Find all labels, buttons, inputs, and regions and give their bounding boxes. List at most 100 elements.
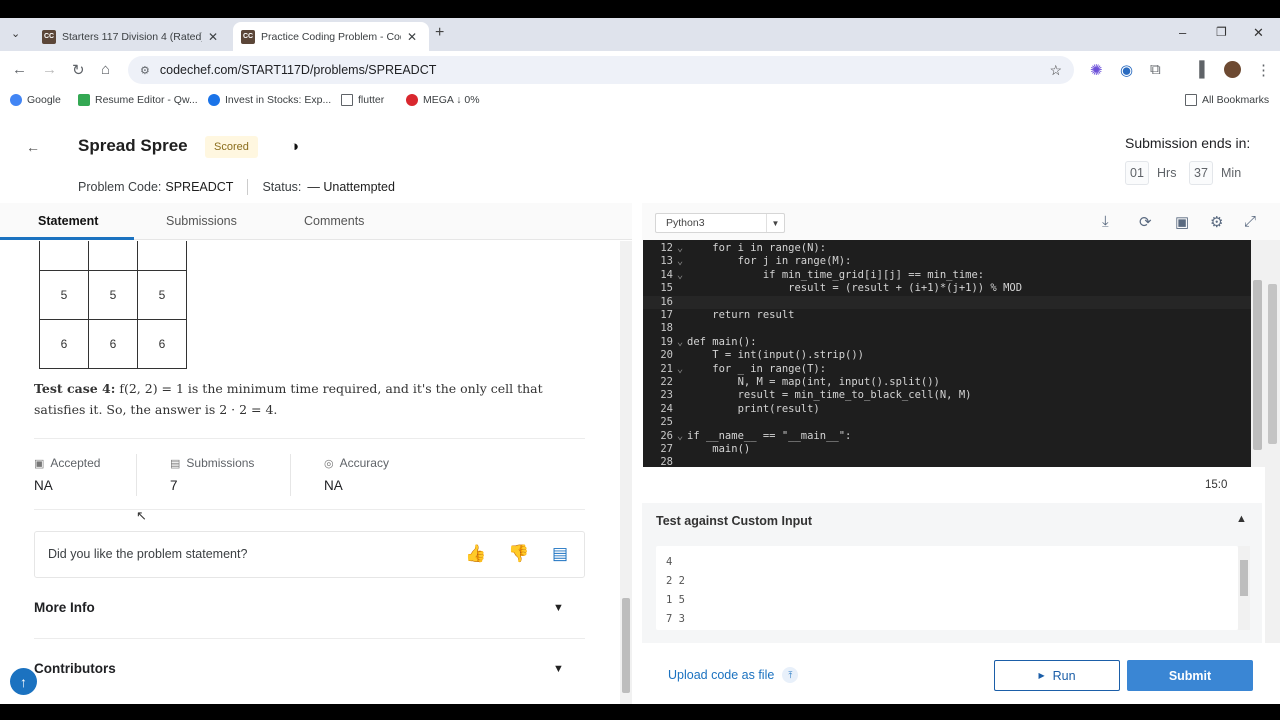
- bookmark-label: Invest in Stocks: Exp...: [225, 94, 332, 106]
- save-icon[interactable]: ▣: [1175, 213, 1189, 231]
- code-text: if min_time_grid[i][j] == min_time:: [687, 268, 985, 281]
- code-line[interactable]: 12 ⌄ for i in range(N):: [643, 242, 1251, 255]
- tab-statement[interactable]: Statement: [38, 214, 98, 228]
- thumbs-up-icon[interactable]: 👍: [465, 544, 486, 564]
- chevron-down-icon[interactable]: ▼: [553, 663, 564, 675]
- run-button[interactable]: ▶ Run: [994, 660, 1120, 691]
- statement-scrollbar[interactable]: [620, 241, 632, 704]
- theme-toggle-icon[interactable]: ◑: [290, 138, 299, 155]
- custom-input-scrollbar[interactable]: [1238, 546, 1250, 630]
- extensions-puzzle-icon[interactable]: ⧉: [1150, 61, 1161, 78]
- code-line[interactable]: 20 T = int(input().strip()): [643, 349, 1251, 362]
- code-line[interactable]: 15 result = (result + (i+1)*(j+1)) % MOD: [643, 282, 1251, 295]
- code-line[interactable]: 24 print(result): [643, 403, 1251, 416]
- chevron-down-icon[interactable]: ▼: [553, 602, 564, 614]
- scrollbar-thumb[interactable]: [1268, 284, 1277, 444]
- tab-comments[interactable]: Comments: [304, 214, 364, 228]
- code-line[interactable]: 28: [643, 456, 1251, 467]
- code-line[interactable]: 21 ⌄ for _ in range(T):: [643, 363, 1251, 376]
- window-close-icon[interactable]: ✕: [1253, 25, 1264, 41]
- download-icon[interactable]: ⤓: [1102, 213, 1109, 230]
- code-line[interactable]: 22 N, M = map(int, input().split()): [643, 376, 1251, 389]
- tab-submissions[interactable]: Submissions: [166, 214, 237, 228]
- problem-title: Spread Spree: [78, 136, 188, 155]
- close-icon[interactable]: ✕: [407, 30, 417, 44]
- fullscreen-icon[interactable]: ⤢: [1244, 213, 1256, 230]
- reload-icon[interactable]: ↻: [72, 61, 85, 79]
- editor-scrollbar[interactable]: [1251, 240, 1265, 467]
- tab-search-icon[interactable]: ⌄: [11, 27, 20, 40]
- thumbs-down-icon[interactable]: 👎: [508, 544, 529, 564]
- home-icon[interactable]: ⌂: [101, 61, 110, 78]
- code-line[interactable]: 26 ⌄ if __name__ == "__main__":: [643, 430, 1251, 443]
- bookmark-flutter[interactable]: flutter: [341, 94, 384, 106]
- close-icon[interactable]: ✕: [208, 30, 218, 44]
- bookmark-resume[interactable]: Resume Editor - Qw...: [78, 94, 198, 106]
- scrollbar-thumb[interactable]: [1240, 560, 1248, 596]
- pane-divider[interactable]: [632, 203, 642, 704]
- more-info-title[interactable]: More Info: [34, 600, 95, 615]
- back-arrow-icon[interactable]: ←: [26, 139, 40, 155]
- browser-tab-starters[interactable]: CC Starters 117 Division 4 (Rated) ✕: [34, 22, 230, 51]
- forward-icon[interactable]: →: [42, 61, 57, 78]
- custom-input-textarea[interactable]: 4 2 2 1 5 7 3: [656, 546, 1238, 630]
- bookmark-mega[interactable]: MEGA ↓ 0%: [406, 94, 480, 106]
- address-bar[interactable]: ⚙ codechef.com/START117D/problems/SPREAD…: [128, 56, 1074, 84]
- scrollbar-thumb[interactable]: [622, 598, 630, 693]
- menu-kebab-icon[interactable]: ⋮: [1256, 61, 1271, 79]
- fold-chevron-icon[interactable]: ⌄: [673, 430, 687, 443]
- code-text: for _ in range(T):: [687, 362, 827, 375]
- all-bookmarks[interactable]: All Bookmarks: [1185, 94, 1269, 106]
- bookmark-google[interactable]: Google: [10, 94, 61, 106]
- code-line[interactable]: 18: [643, 322, 1251, 335]
- contributors-title[interactable]: Contributors: [34, 661, 116, 676]
- code-line[interactable]: 16: [643, 295, 1251, 309]
- custom-input-title[interactable]: Test against Custom Input: [656, 514, 812, 528]
- code-line[interactable]: 14 ⌄ if min_time_grid[i][j] == min_time:: [643, 269, 1251, 282]
- restore-icon[interactable]: ❐: [1216, 25, 1227, 39]
- back-icon[interactable]: ←: [12, 61, 27, 78]
- code-line[interactable]: 13 ⌄ for j in range(M):: [643, 255, 1251, 268]
- fold-chevron-icon[interactable]: ⌄: [673, 336, 687, 349]
- fold-chevron-icon[interactable]: ⌄: [673, 269, 687, 282]
- stat-label: Accuracy: [339, 456, 389, 470]
- submit-button[interactable]: Submit: [1127, 660, 1253, 691]
- new-tab-button[interactable]: +: [435, 24, 444, 42]
- editor-toolbar: Python3 ▼ ⤓ ⟳ ▣ ⚙ ⤢: [642, 203, 1280, 240]
- code-line[interactable]: 25: [643, 416, 1251, 429]
- code-line[interactable]: 17 return result: [643, 309, 1251, 322]
- comment-icon[interactable]: ▤: [552, 544, 568, 564]
- code-line[interactable]: 27 main(): [643, 443, 1251, 456]
- code-editor[interactable]: 12 ⌄ for i in range(N): 13 ⌄ for j in range…: [643, 240, 1251, 467]
- scroll-to-top-button[interactable]: ↑: [10, 668, 37, 695]
- chevron-up-icon[interactable]: ▲: [1236, 513, 1247, 525]
- star-icon[interactable]: ☆: [1049, 62, 1062, 79]
- line-number: 15: [660, 282, 673, 295]
- testcase-label: Test case 4:: [34, 381, 116, 396]
- code-line[interactable]: 19 ⌄ def main():: [643, 336, 1251, 349]
- code-line[interactable]: 23 result = min_time_to_black_cell(N, M): [643, 389, 1251, 402]
- fold-chevron-icon[interactable]: ⌄: [673, 242, 687, 255]
- minutes-value: 37: [1189, 161, 1213, 185]
- site-info-icon[interactable]: ⚙: [140, 64, 150, 77]
- profile-avatar[interactable]: [1224, 61, 1241, 78]
- extension-icon[interactable]: ◉: [1120, 61, 1133, 79]
- language-select[interactable]: Python3 ▼: [655, 213, 785, 233]
- extension-icon[interactable]: ✺: [1090, 61, 1103, 79]
- side-panel-icon[interactable]: ▐: [1194, 61, 1205, 78]
- minimize-icon[interactable]: –: [1179, 25, 1186, 40]
- scrollbar-thumb[interactable]: [1253, 280, 1262, 450]
- reset-icon[interactable]: ⟳: [1139, 213, 1152, 231]
- upload-code-link[interactable]: Upload code as file ⤒: [668, 667, 799, 683]
- problem-code: SPREADCT: [165, 180, 234, 194]
- fold-chevron-icon[interactable]: ⌄: [673, 363, 687, 376]
- browser-tabstrip: ⌄ CC Starters 117 Division 4 (Rated) ✕ C…: [0, 18, 1280, 51]
- right-pane-scrollbar[interactable]: [1265, 240, 1280, 660]
- settings-gear-icon[interactable]: ⚙: [1210, 213, 1223, 231]
- bookmark-invest[interactable]: Invest in Stocks: Exp...: [208, 94, 331, 106]
- fold-chevron-icon[interactable]: ⌄: [673, 255, 687, 268]
- line-number: 19: [660, 335, 673, 348]
- accuracy-label: ◎ Accuracy: [324, 456, 389, 470]
- status-value: — Unattempted: [307, 180, 395, 194]
- browser-tab-practice[interactable]: CC Practice Coding Problem - Code ✕: [233, 22, 429, 51]
